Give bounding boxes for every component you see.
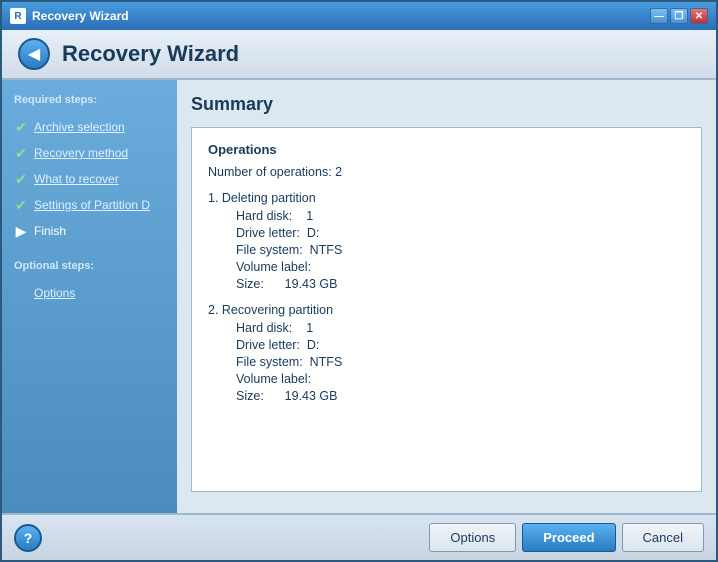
op1-driveletter: Drive letter: D:	[236, 226, 685, 240]
header: ◀ Recovery Wizard	[2, 30, 716, 80]
arrow-icon: ▶	[12, 222, 30, 240]
sidebar-item-label: Options	[34, 286, 75, 300]
operation-1-title: 1. Deleting partition	[208, 191, 685, 205]
sidebar-item-label: What to recover	[34, 172, 119, 186]
footer-buttons: Options Proceed Cancel	[429, 523, 704, 552]
op2-filesystem: File system: NTFS	[236, 355, 685, 369]
title-bar: R Recovery Wizard — ❐ ✕	[2, 2, 716, 30]
sidebar-item-options[interactable]: ✔ Options	[2, 280, 177, 306]
sidebar-item-finish[interactable]: ▶ Finish	[2, 218, 177, 244]
sidebar-item-settings-partition-d[interactable]: ✔ Settings of Partition D	[2, 192, 177, 218]
main-title: Summary	[191, 94, 702, 115]
footer: ? Options Proceed Cancel	[2, 513, 716, 560]
main-content: Summary Operations Number of operations:…	[177, 80, 716, 513]
check-icon: ✔	[12, 118, 30, 136]
footer-left: ?	[14, 524, 42, 552]
sidebar-item-archive-selection[interactable]: ✔ Archive selection	[2, 114, 177, 140]
restore-button[interactable]: ❐	[670, 8, 688, 24]
op1-harddisk: Hard disk: 1	[236, 209, 685, 223]
sidebar-item-label: Recovery method	[34, 146, 128, 160]
proceed-button[interactable]: Proceed	[522, 523, 615, 552]
content-area: Required steps: ✔ Archive selection ✔ Re…	[2, 80, 716, 513]
summary-box: Operations Number of operations: 2 1. De…	[191, 127, 702, 492]
minimize-button[interactable]: —	[650, 8, 668, 24]
operation-2-title: 2. Recovering partition	[208, 303, 685, 317]
back-button[interactable]: ◀	[18, 38, 50, 70]
required-steps-label: Required steps:	[2, 90, 177, 114]
sidebar-item-label: Archive selection	[34, 120, 125, 134]
num-operations: Number of operations: 2	[208, 165, 685, 179]
op2-size: Size: 19.43 GB	[236, 389, 685, 403]
op1-volumelabel: Volume label:	[236, 260, 685, 274]
window-title: Recovery Wizard	[32, 9, 650, 23]
recovery-wizard-window: R Recovery Wizard — ❐ ✕ ◀ Recovery Wizar…	[0, 0, 718, 562]
close-button[interactable]: ✕	[690, 8, 708, 24]
sidebar-item-label: Settings of Partition D	[34, 198, 150, 212]
sidebar: Required steps: ✔ Archive selection ✔ Re…	[2, 80, 177, 513]
cancel-button[interactable]: Cancel	[622, 523, 704, 552]
help-button[interactable]: ?	[14, 524, 42, 552]
check-icon: ✔	[12, 170, 30, 188]
op1-size: Size: 19.43 GB	[236, 277, 685, 291]
op1-filesystem: File system: NTFS	[236, 243, 685, 257]
operations-label: Operations	[208, 142, 685, 157]
sidebar-item-recovery-method[interactable]: ✔ Recovery method	[2, 140, 177, 166]
optional-steps-label: Optional steps:	[2, 244, 177, 280]
sidebar-item-what-to-recover[interactable]: ✔ What to recover	[2, 166, 177, 192]
op2-driveletter: Drive letter: D:	[236, 338, 685, 352]
check-icon: ✔	[12, 196, 30, 214]
window-icon: R	[10, 8, 26, 24]
sidebar-item-label: Finish	[34, 224, 66, 238]
op2-harddisk: Hard disk: 1	[236, 321, 685, 335]
check-icon: ✔	[12, 144, 30, 162]
window-controls: — ❐ ✕	[650, 8, 708, 24]
op2-volumelabel: Volume label:	[236, 372, 685, 386]
header-title: Recovery Wizard	[62, 41, 239, 67]
options-button[interactable]: Options	[429, 523, 516, 552]
